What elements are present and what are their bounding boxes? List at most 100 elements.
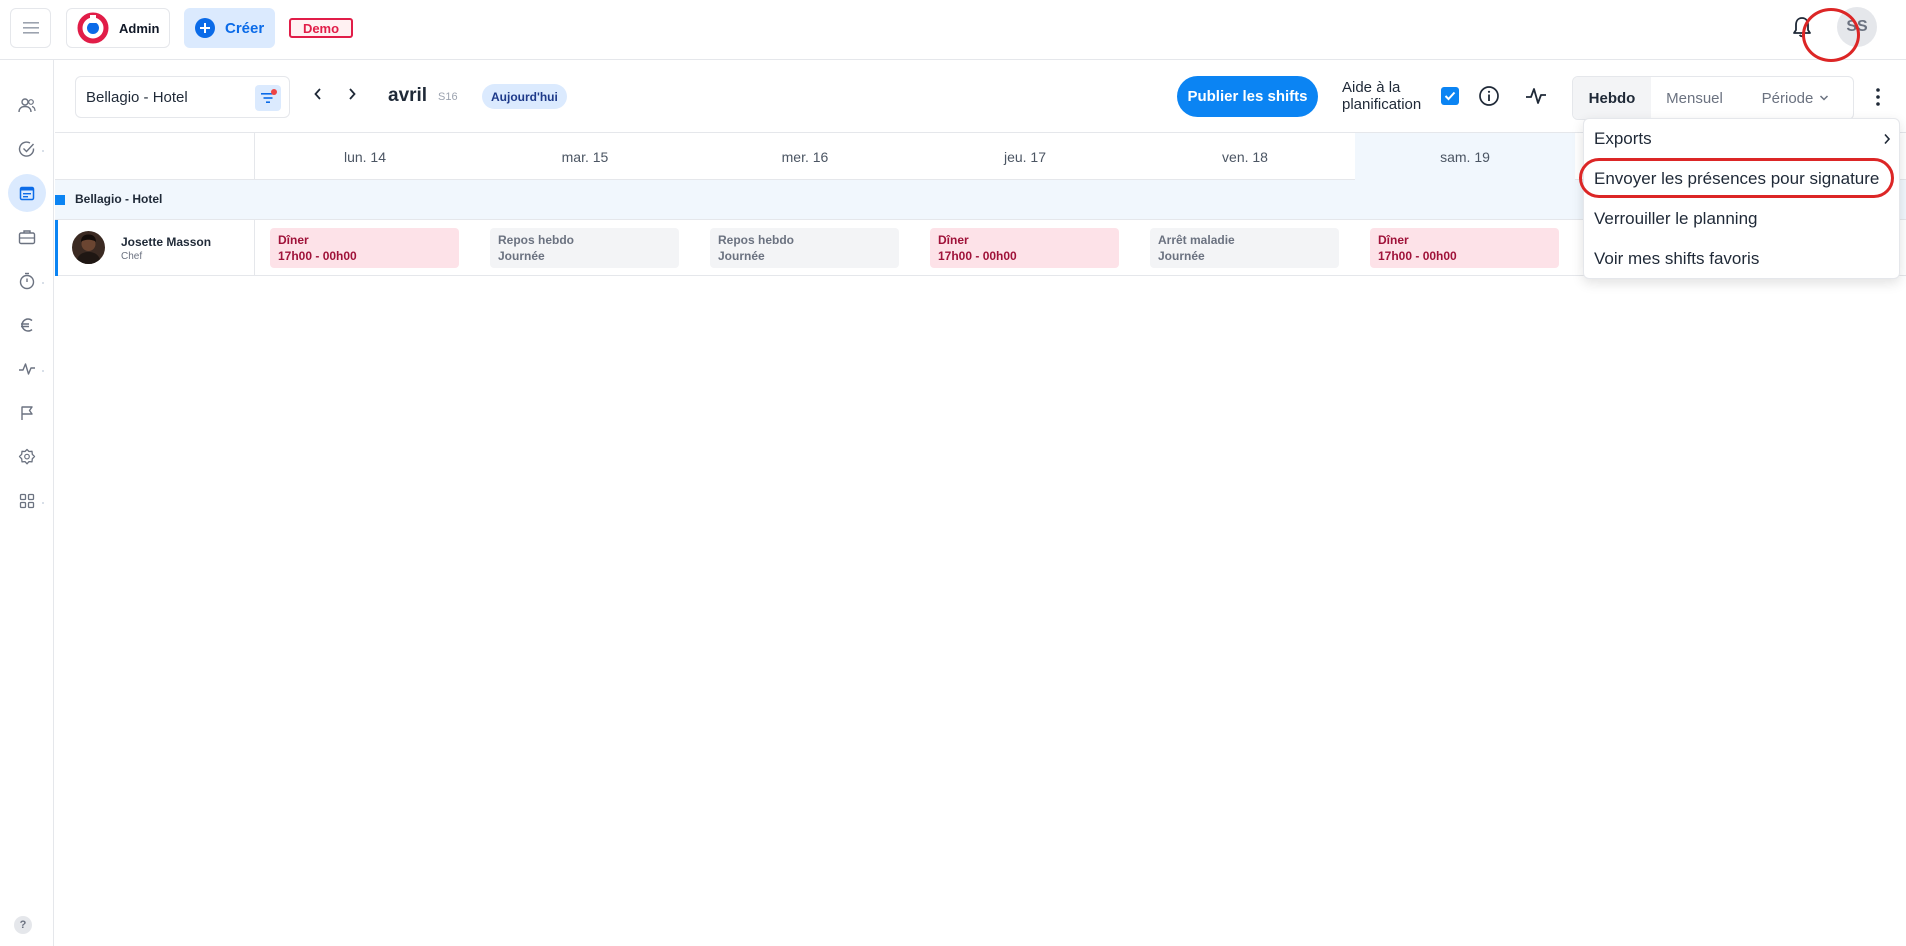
- publish-shifts-button[interactable]: Publier les shifts: [1177, 76, 1318, 117]
- shift-time: 17h00 - 00h00: [1378, 249, 1457, 263]
- sidebar-item-time[interactable]: [8, 262, 46, 300]
- view-period-label: Période: [1761, 89, 1814, 107]
- shift-time: 17h00 - 00h00: [938, 249, 1017, 263]
- previous-week-button[interactable]: [313, 87, 323, 101]
- today-button[interactable]: Aujourd'hui: [482, 84, 567, 109]
- month-label: avril: [388, 85, 428, 106]
- employee-name: Josette Masson: [121, 235, 212, 249]
- highlight-ring-more-options: [1802, 8, 1860, 62]
- sidebar-item-tasks[interactable]: [8, 130, 46, 168]
- sidebar-item-apps[interactable]: [8, 482, 46, 520]
- view-weekly-tab[interactable]: Hebdo: [1573, 77, 1651, 119]
- shift-card[interactable]: Repos hebdo Journée: [710, 228, 899, 268]
- filter-active-dot: [271, 89, 277, 95]
- checkmark-icon: [1444, 91, 1456, 101]
- sidebar-item-badges[interactable]: [8, 438, 46, 476]
- highlight-ring-send-attendance: [1579, 158, 1894, 198]
- stopwatch-icon: [19, 272, 35, 290]
- sidebar-dot: [42, 370, 44, 372]
- grid-header-corner: [55, 133, 255, 180]
- day-header: ven. 18: [1222, 148, 1268, 165]
- hamburger-icon: [22, 22, 39, 34]
- day-header: lun. 14: [343, 148, 387, 165]
- brand-logo-icon: [77, 12, 109, 44]
- week-number: S16: [438, 91, 458, 103]
- sidebar-dot: [42, 150, 44, 152]
- menu-item-label: Exports: [1594, 129, 1652, 148]
- view-toggle: Hebdo Mensuel Période: [1572, 76, 1854, 120]
- day-header: mer. 16: [781, 148, 829, 165]
- shift-time: Journée: [1158, 249, 1205, 263]
- activity-button[interactable]: [1525, 85, 1547, 107]
- group-name: Bellagio - Hotel: [75, 192, 163, 206]
- sidebar-item-planning[interactable]: [8, 174, 46, 212]
- shift-card[interactable]: Dîner 17h00 - 00h00: [930, 228, 1119, 268]
- sidebar: ?: [0, 60, 54, 946]
- day-header: mar. 15: [561, 148, 609, 165]
- menu-toggle-button[interactable]: [10, 8, 51, 48]
- menu-item-exports[interactable]: Exports: [1584, 119, 1901, 159]
- shift-title: Repos hebdo: [498, 233, 575, 247]
- sidebar-item-jobs[interactable]: [8, 218, 46, 256]
- view-period-tab[interactable]: Période: [1738, 77, 1853, 119]
- create-button[interactable]: Créer: [184, 8, 275, 48]
- pulse-icon: [1526, 88, 1546, 104]
- shift-card[interactable]: Dîner 17h00 - 00h00: [270, 228, 459, 268]
- users-icon: [18, 98, 36, 113]
- shift-time: Journée: [498, 249, 545, 263]
- check-circle-icon: [18, 141, 35, 157]
- shift-title: Dîner: [1378, 233, 1409, 247]
- planning-assist-checkbox[interactable]: [1441, 87, 1459, 105]
- create-label: Créer: [225, 19, 265, 37]
- filter-button[interactable]: [255, 85, 281, 111]
- plus-circle-icon: [195, 18, 215, 38]
- employee-cell[interactable]: Josette Masson Chef: [55, 220, 255, 276]
- shift-title: Dîner: [278, 233, 309, 247]
- chevron-right-icon: [1884, 133, 1891, 145]
- shift-card[interactable]: Dîner 17h00 - 00h00: [1370, 228, 1559, 268]
- briefcase-icon: [18, 230, 36, 245]
- chevron-down-icon: [1820, 95, 1829, 101]
- shift-title: Arrêt maladie: [1158, 233, 1235, 247]
- next-week-button[interactable]: [347, 87, 357, 101]
- location-select[interactable]: Bellagio - Hotel: [75, 76, 290, 118]
- shift-title: Dîner: [938, 233, 969, 247]
- brand-switcher[interactable]: Admin: [66, 8, 170, 48]
- info-icon: [1479, 86, 1499, 106]
- menu-item-lock-planning[interactable]: Verrouiller le planning: [1584, 199, 1901, 239]
- more-options-menu: Exports Envoyer les présences pour signa…: [1583, 118, 1900, 279]
- more-options-button[interactable]: [1854, 76, 1902, 118]
- sidebar-item-activity[interactable]: [8, 350, 46, 388]
- sidebar-item-payroll[interactable]: [8, 306, 46, 344]
- chevron-left-icon: [314, 88, 321, 100]
- flag-icon: [21, 406, 33, 420]
- sidebar-dot: [42, 282, 44, 284]
- day-header: sam. 19: [1355, 133, 1575, 180]
- sidebar-item-reports[interactable]: [8, 394, 46, 432]
- activity-icon: [19, 363, 35, 375]
- demo-badge: Demo: [289, 18, 353, 38]
- location-label: Bellagio - Hotel: [86, 88, 188, 106]
- brand-label: Admin: [119, 20, 160, 36]
- planning-assist-label: Aide à la planification: [1342, 79, 1422, 113]
- shift-card[interactable]: Repos hebdo Journée: [490, 228, 679, 268]
- euro-icon: [21, 318, 33, 332]
- group-color-marker: [55, 195, 65, 205]
- menu-item-favorite-shifts[interactable]: Voir mes shifts favoris: [1584, 239, 1901, 279]
- employee-avatar: [72, 231, 105, 264]
- badge-icon: [18, 448, 36, 465]
- top-bar: Admin Créer Demo SS: [0, 0, 1906, 60]
- shift-time: 17h00 - 00h00: [278, 249, 357, 263]
- shift-card[interactable]: Arrêt maladie Journée: [1150, 228, 1339, 268]
- view-monthly-tab[interactable]: Mensuel: [1651, 77, 1738, 119]
- info-button[interactable]: [1478, 85, 1500, 107]
- apps-icon: [19, 493, 35, 509]
- shift-time: Journée: [718, 249, 765, 263]
- sidebar-item-team[interactable]: [8, 86, 46, 124]
- help-button[interactable]: ?: [14, 916, 32, 934]
- chevron-right-icon: [349, 88, 356, 100]
- day-header: jeu. 17: [1003, 148, 1047, 165]
- sidebar-dot: [42, 502, 44, 504]
- shift-title: Repos hebdo: [718, 233, 795, 247]
- employee-role: Chef: [121, 251, 143, 262]
